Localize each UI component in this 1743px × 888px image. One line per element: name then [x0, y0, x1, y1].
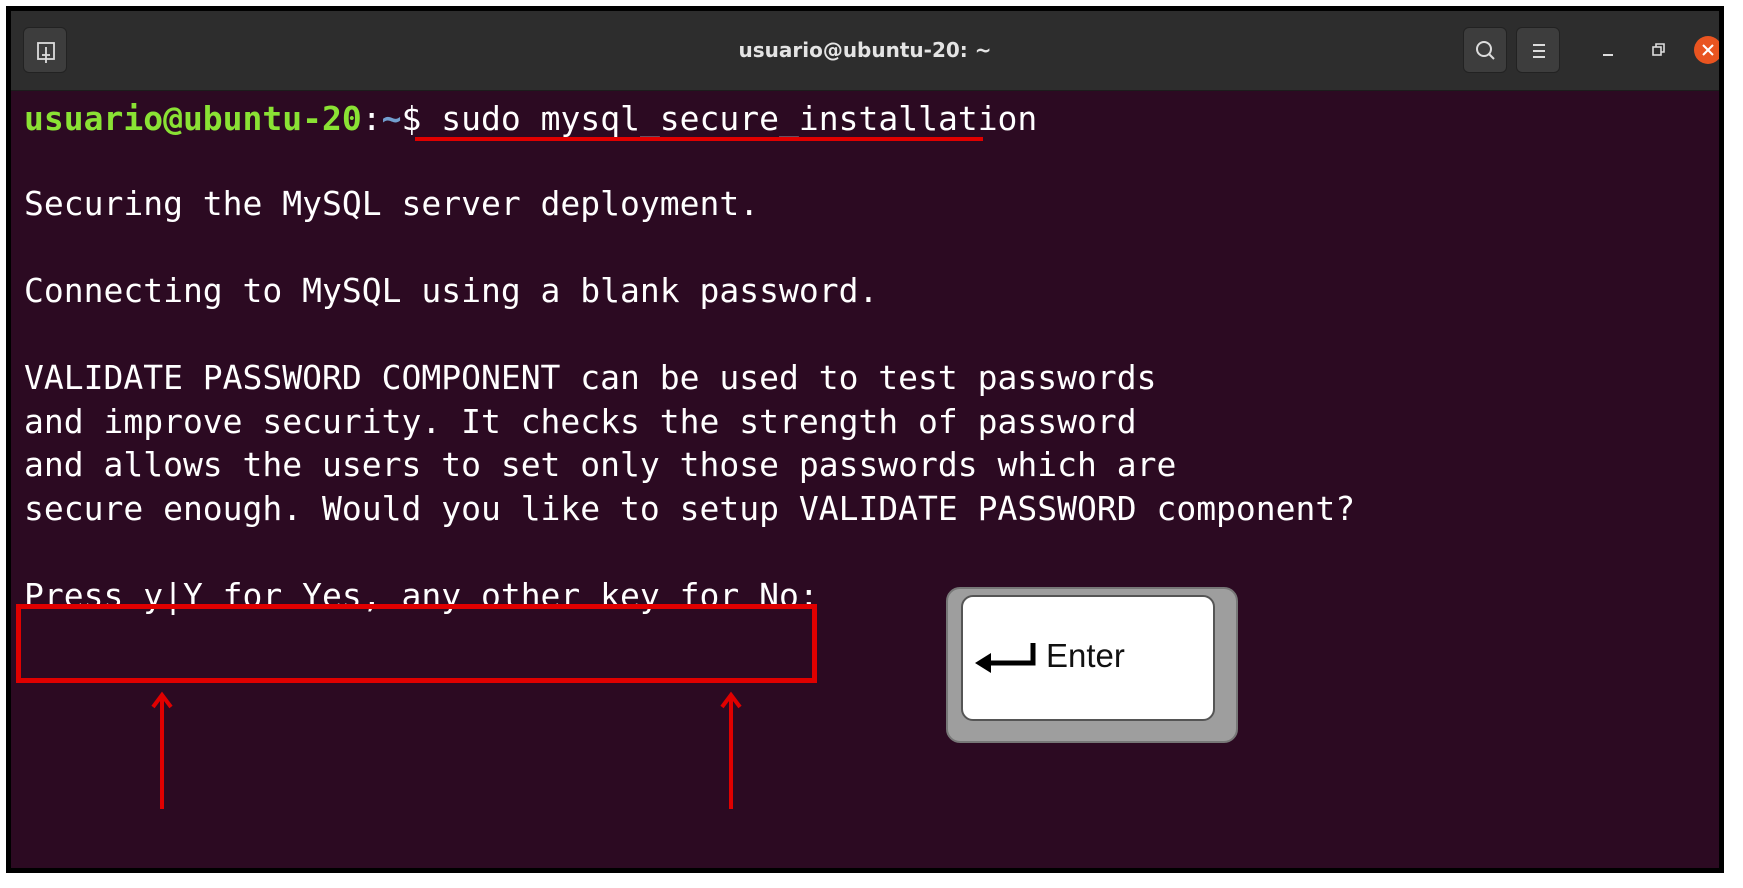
prompt-highlight-box: [16, 604, 817, 683]
command-text: sudo mysql_secure_installation: [441, 99, 1038, 138]
output-line: secure enough. Would you like to setup V…: [24, 489, 1356, 528]
enter-key-illustration: Enter: [946, 587, 1238, 743]
close-icon: [1702, 44, 1714, 56]
terminal-window: usuario@ubuntu-20: ~ usuario@ubuntu-20:~…: [6, 6, 1724, 873]
prompt-user-host: usuario@ubuntu-20: [24, 99, 362, 138]
arrow-up-icon: [151, 691, 173, 809]
close-button[interactable]: [1694, 36, 1719, 64]
prompt-symbol: $: [401, 99, 422, 138]
output-line: and allows the users to set only those p…: [24, 445, 1177, 484]
restore-icon[interactable]: [1644, 36, 1672, 64]
enter-key-face: Enter: [961, 595, 1215, 721]
output-line: Connecting to MySQL using a blank passwo…: [24, 271, 879, 310]
title-bar: usuario@ubuntu-20: ~: [11, 11, 1719, 91]
enter-key-label: Enter: [1046, 637, 1125, 674]
menu-button[interactable]: [1516, 27, 1560, 73]
prompt-separator: :: [361, 99, 382, 138]
hamburger-menu-icon: [1533, 44, 1545, 58]
terminal-output[interactable]: usuario@ubuntu-20:~$ sudo mysql_secure_i…: [16, 91, 1719, 868]
prompt-line: usuario@ubuntu-20:~$ sudo mysql_secure_i…: [24, 99, 1037, 139]
search-button[interactable]: [1463, 27, 1507, 73]
search-icon: [1476, 41, 1495, 60]
output-line: and improve security. It checks the stre…: [24, 402, 1137, 441]
output-line: VALIDATE PASSWORD COMPONENT can be used …: [24, 358, 1157, 397]
command-underline: [415, 137, 983, 141]
arrow-up-icon: [720, 691, 742, 809]
output-line: Securing the MySQL server deployment.: [24, 184, 760, 223]
enter-return-icon: [975, 643, 1036, 673]
prompt-path: ~: [381, 99, 402, 138]
minimize-icon[interactable]: [1594, 36, 1622, 64]
